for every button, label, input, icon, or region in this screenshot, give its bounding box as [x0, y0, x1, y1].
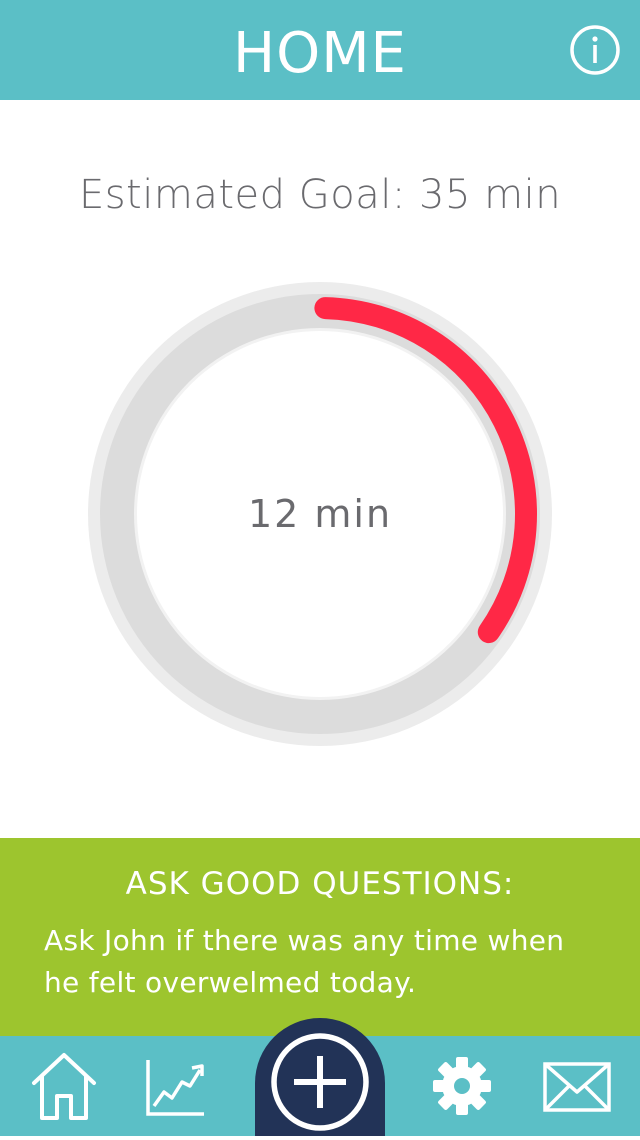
goal-value: 35 min: [419, 172, 562, 218]
header-bar: HOME: [0, 0, 640, 100]
tip-body: Ask John if there was any time when he f…: [44, 924, 565, 999]
tab-home[interactable]: [28, 1036, 100, 1136]
chart-icon: [146, 1060, 204, 1116]
estimated-goal: Estimated Goal: 35 min: [0, 172, 640, 218]
tab-settings[interactable]: [430, 1036, 494, 1136]
goal-label: Estimated Goal:: [78, 172, 406, 218]
home-icon: [32, 1053, 96, 1120]
elapsed-time: 12 min: [247, 492, 393, 536]
add-button[interactable]: [255, 1018, 385, 1136]
tab-messages[interactable]: [542, 1036, 612, 1136]
gear-icon: [433, 1057, 491, 1115]
add-icon: [271, 1033, 369, 1131]
tip-title: ASK GOOD QUESTIONS:: [125, 866, 515, 902]
tab-progress[interactable]: [142, 1036, 208, 1136]
mail-icon: [543, 1062, 611, 1112]
page-title: HOME: [233, 21, 407, 86]
tip-card: ASK GOOD QUESTIONS: Ask John if there wa…: [0, 838, 640, 1036]
progress-ring: 12 min: [86, 280, 554, 748]
info-icon[interactable]: [569, 24, 621, 76]
